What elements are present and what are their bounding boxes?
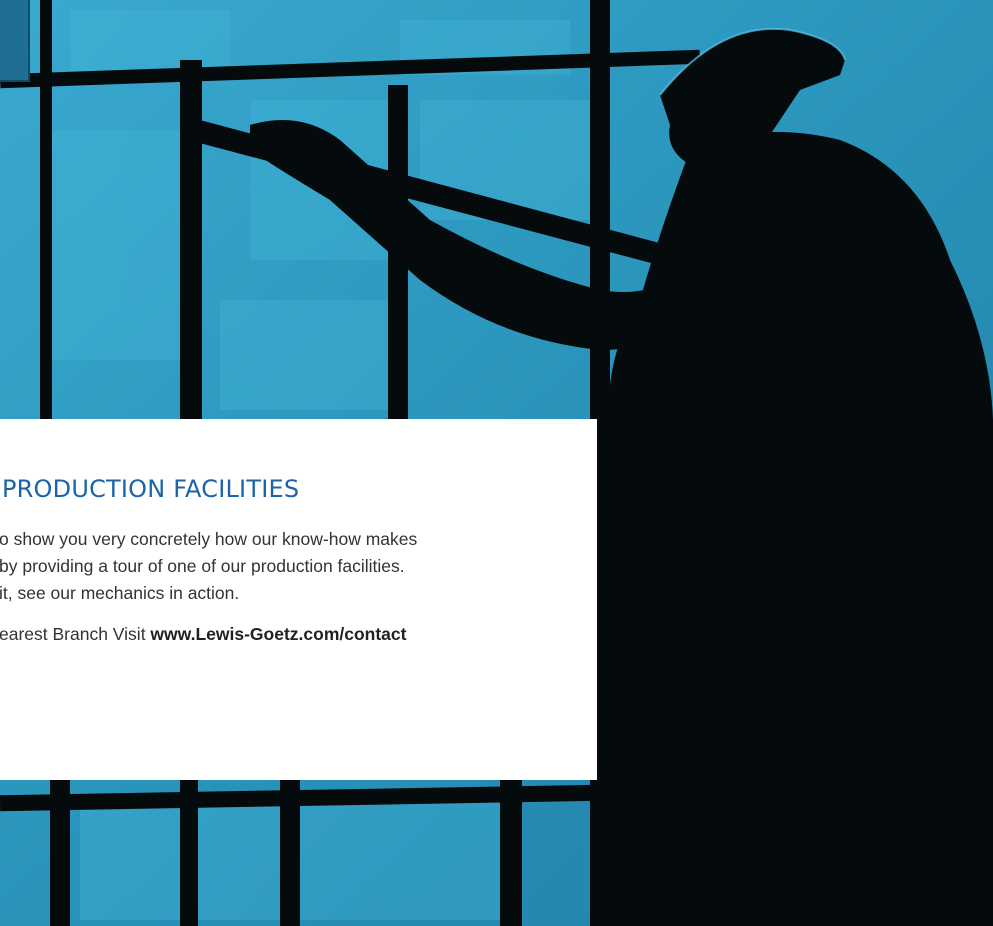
card-title: PRODUCTION FACILITIES (2, 475, 300, 503)
body-line: it, see our mechanics in action. (0, 583, 240, 603)
corner-tab (0, 0, 30, 82)
card-cta: earest Branch Visit www.Lewis-Goetz.com/… (0, 624, 406, 645)
cta-text: earest Branch Visit (0, 624, 151, 644)
contact-link[interactable]: www.Lewis-Goetz.com/contact (150, 624, 406, 644)
body-line: o show you very concretely how our know-… (0, 529, 418, 549)
body-line: by providing a tour of one of our produc… (0, 556, 405, 576)
card-body: o show you very concretely how our know-… (0, 526, 559, 607)
info-card: PRODUCTION FACILITIES o show you very co… (0, 419, 597, 780)
